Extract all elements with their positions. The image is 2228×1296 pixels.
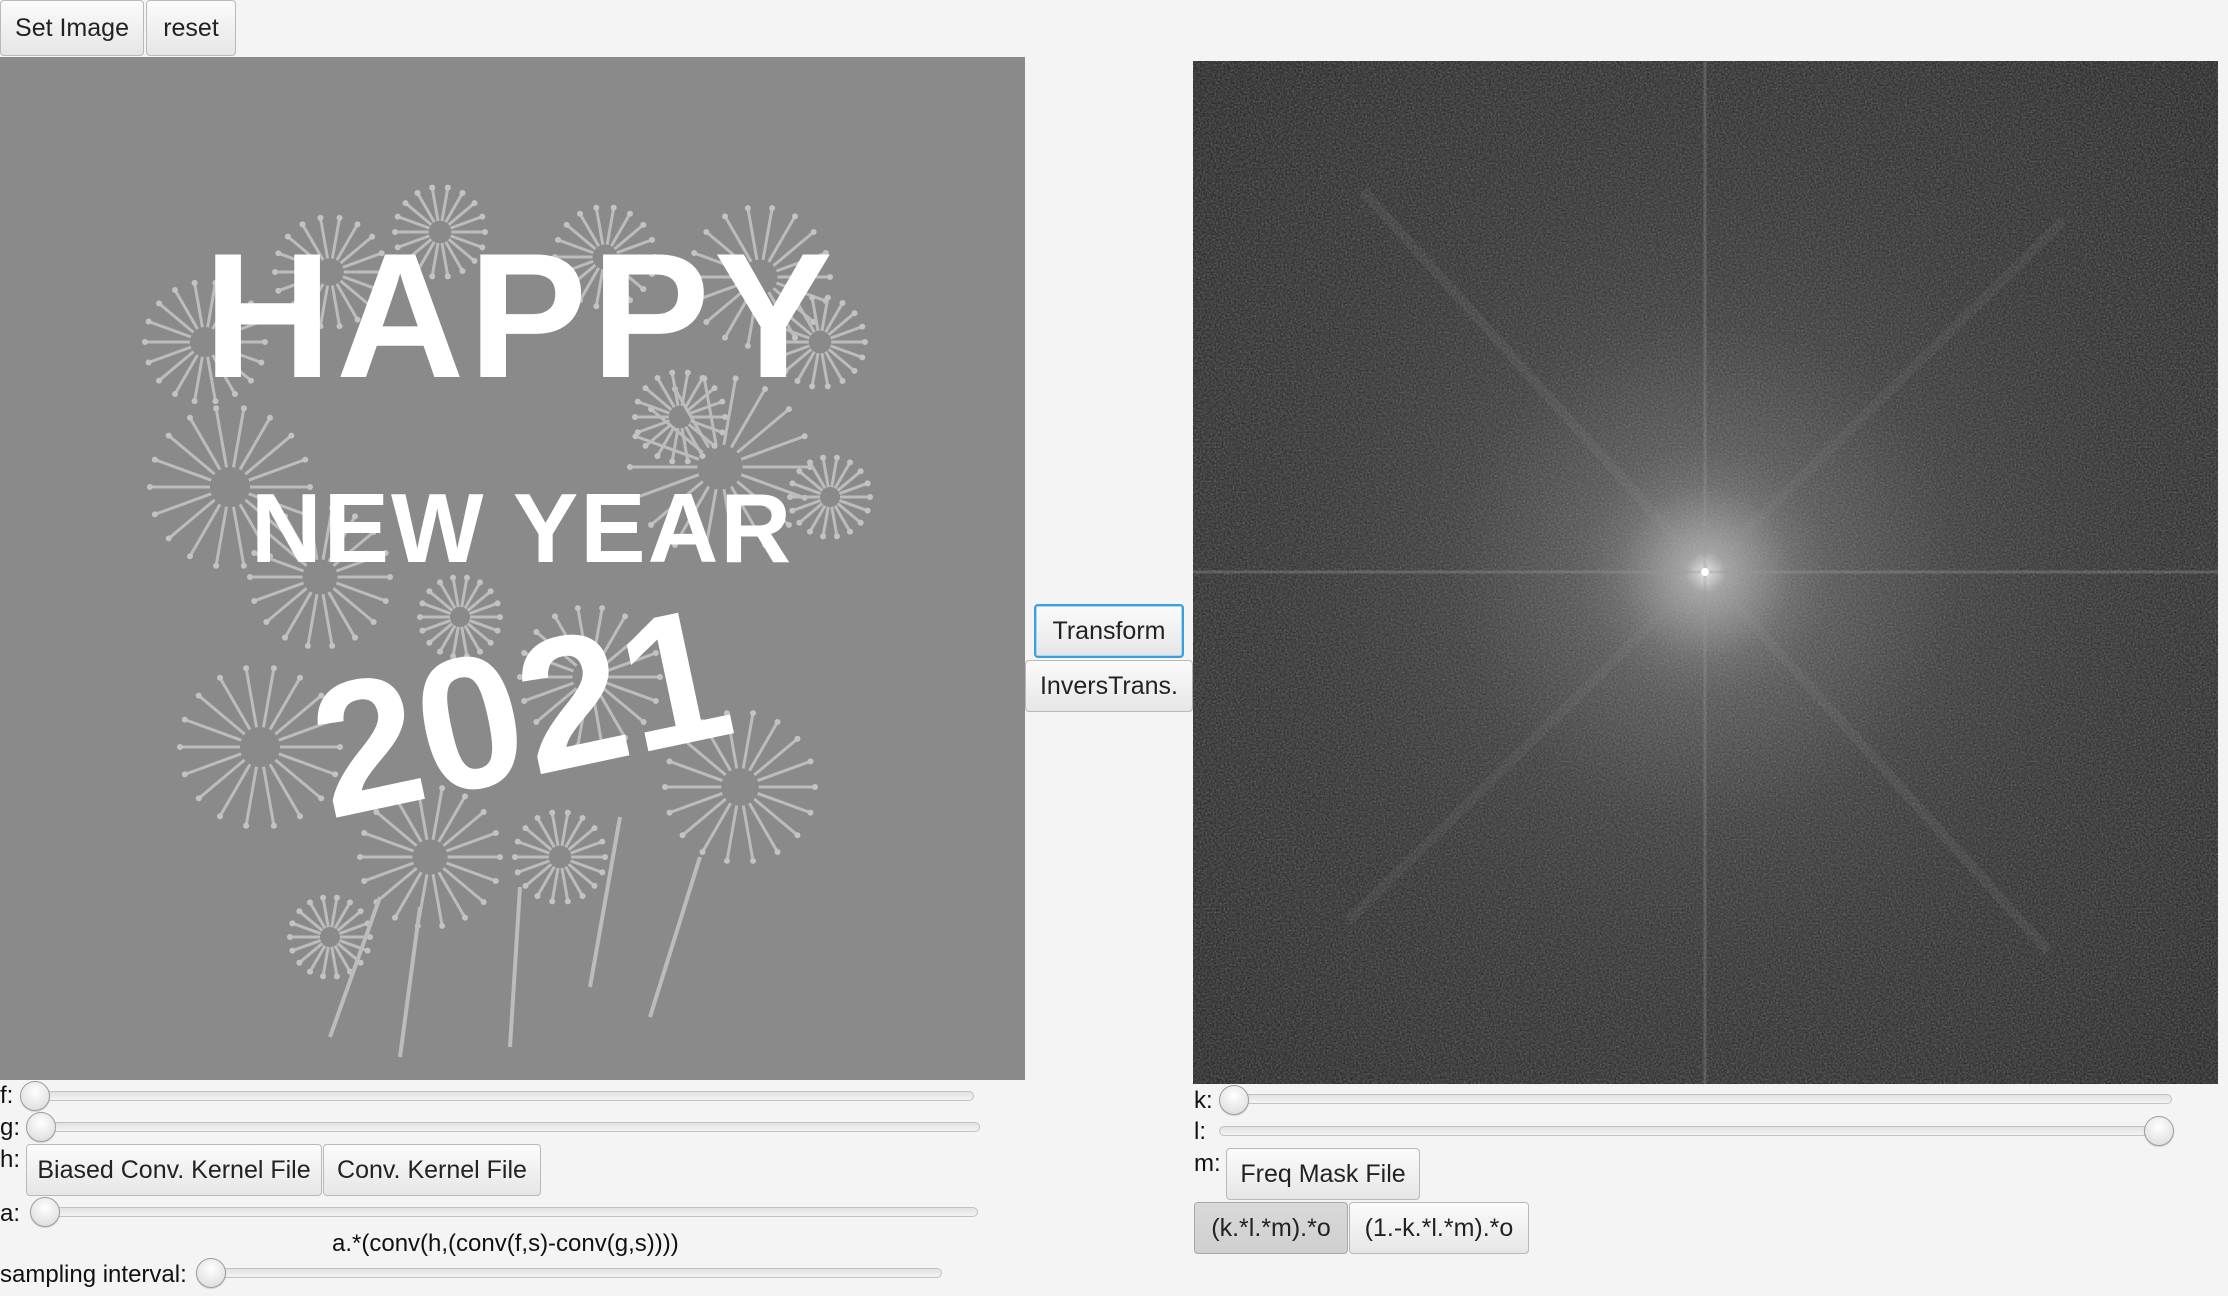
g-label: g: — [0, 1114, 21, 1141]
app-window: Set Image reset HAPPY NEW YEAR 2021 Tran… — [0, 0, 2228, 1296]
a-slider-track[interactable] — [32, 1207, 978, 1217]
sampling-interval-slider-thumb[interactable] — [196, 1258, 226, 1288]
fireworks-image: HAPPY NEW YEAR 2021 — [0, 57, 1025, 1080]
transform-button[interactable]: Transform — [1034, 604, 1184, 658]
spectrum-image — [1193, 61, 2218, 1084]
biased-conv-kernel-file-button[interactable]: Biased Conv. Kernel File — [26, 1144, 322, 1196]
mask-multiply-button[interactable]: (k.*l.*m).*o — [1194, 1202, 1348, 1254]
sampling-interval-slider-track[interactable] — [196, 1268, 942, 1278]
l-slider-thumb[interactable] — [2144, 1116, 2174, 1146]
freq-mask-file-button[interactable]: Freq Mask File — [1226, 1148, 1420, 1200]
conv-kernel-file-button[interactable]: Conv. Kernel File — [323, 1144, 541, 1196]
l-label: l: — [1194, 1118, 1206, 1145]
k-slider-track[interactable] — [1220, 1094, 2172, 1104]
f-slider-thumb[interactable] — [20, 1081, 50, 1111]
sampling-interval-label: sampling interval: — [0, 1261, 187, 1288]
a-slider-thumb[interactable] — [30, 1197, 60, 1227]
happy-text: HAPPY — [203, 216, 836, 415]
k-label: k: — [1194, 1087, 1213, 1114]
h-label: h: — [0, 1146, 21, 1173]
set-image-button[interactable]: Set Image — [0, 0, 144, 56]
f-slider-track[interactable] — [22, 1091, 974, 1101]
l-slider-track[interactable] — [1219, 1126, 2163, 1136]
f-label: f: — [0, 1082, 14, 1109]
m-label: m: — [1194, 1150, 1221, 1177]
formula-text: a.*(conv(h,(conv(f,s)-conv(g,s)))) — [332, 1230, 679, 1257]
new-year-text: NEW YEAR — [251, 473, 793, 583]
reset-button[interactable]: reset — [146, 0, 236, 56]
a-label: a: — [0, 1200, 21, 1227]
inverse-transform-button[interactable]: InversTrans. — [1025, 660, 1193, 712]
frequency-spectrum-panel — [1193, 61, 2218, 1084]
spatial-image-panel: HAPPY NEW YEAR 2021 — [0, 57, 1025, 1080]
g-slider-thumb[interactable] — [26, 1112, 56, 1142]
inverse-mask-multiply-button[interactable]: (1.-k.*l.*m).*o — [1349, 1202, 1529, 1254]
k-slider-thumb[interactable] — [1219, 1085, 1249, 1115]
g-slider-track[interactable] — [28, 1122, 980, 1132]
